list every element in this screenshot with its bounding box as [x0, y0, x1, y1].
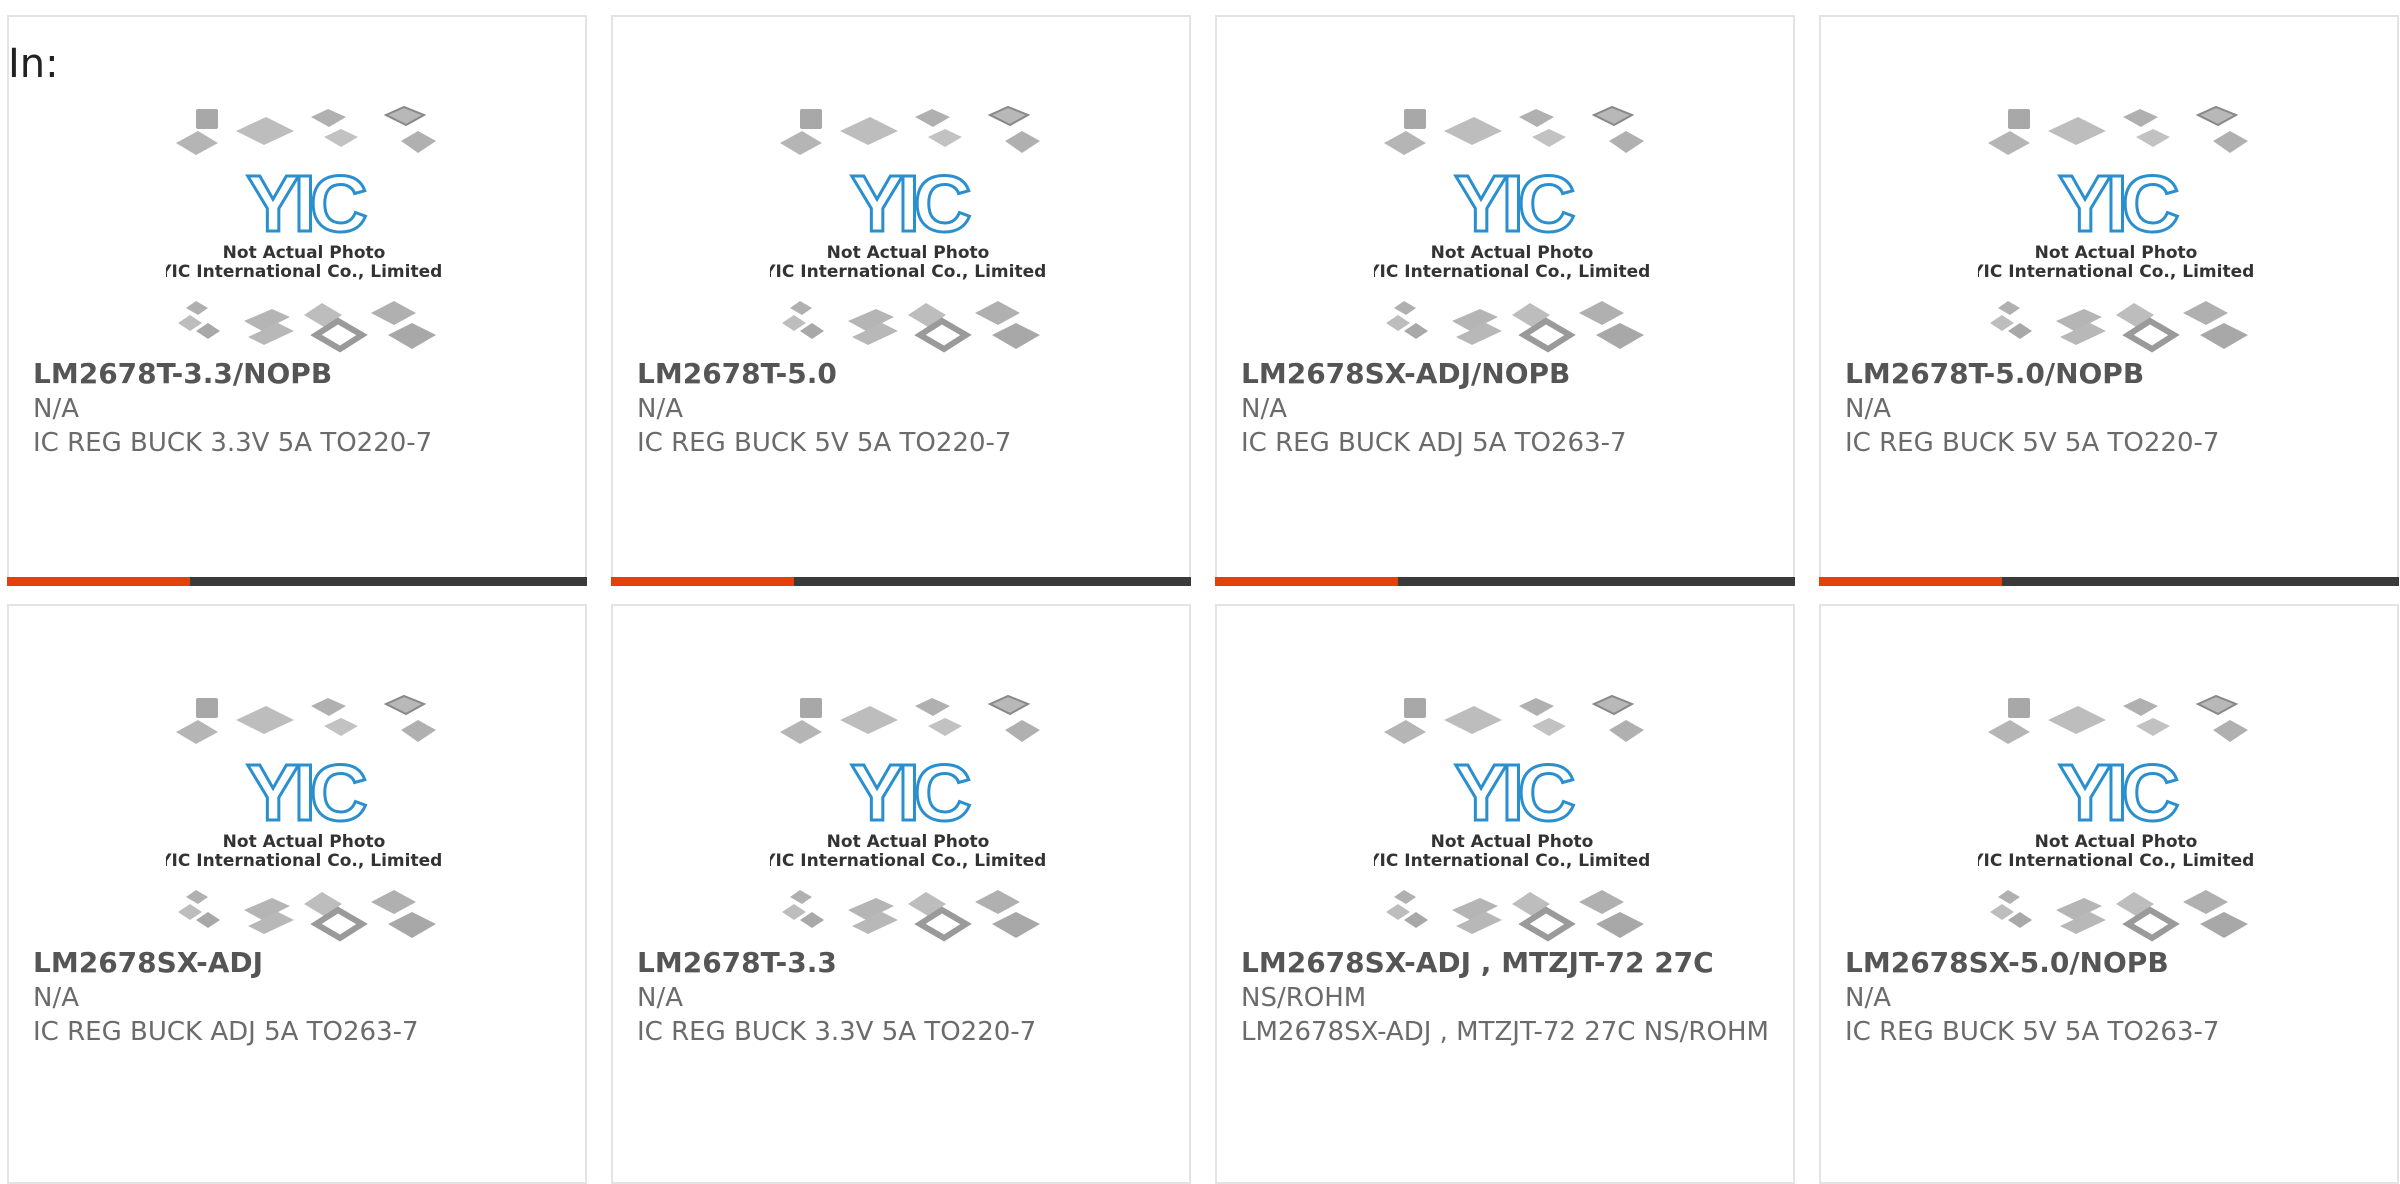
product-card[interactable]: LM2678T-5.0/NOPB N/A IC REG BUCK 5V 5A T… [1819, 15, 2399, 586]
manufacturer: N/A [637, 983, 683, 1013]
card-bar [7, 577, 587, 586]
product-photo [166, 692, 441, 952]
description: IC REG BUCK ADJ 5A TO263-7 [33, 1017, 419, 1047]
manufacturer: N/A [33, 983, 79, 1013]
product-photo [1978, 692, 2253, 952]
product-card[interactable]: LM2678SX-5.0/NOPB N/A IC REG BUCK 5V 5A … [1819, 604, 2399, 1184]
part-number[interactable]: LM2678T-5.0 [637, 357, 1179, 391]
description: LM2678SX-ADJ , MTZJT-72 27C NS/ROHM [1241, 1017, 1769, 1047]
product-card[interactable]: LM2678SX-ADJ , MTZJT-72 27C NS/ROHM LM26… [1215, 604, 1795, 1184]
manufacturer: N/A [637, 394, 683, 424]
card-bar-accent [611, 577, 794, 586]
product-photo [770, 692, 1045, 952]
description: IC REG BUCK ADJ 5A TO263-7 [1241, 428, 1627, 458]
product-card[interactable]: LM2678T-3.3/NOPB N/A IC REG BUCK 3.3V 5A… [7, 15, 587, 586]
product-photo [166, 103, 441, 363]
card-bar-accent [1215, 577, 1398, 586]
page-label: In: [8, 41, 59, 87]
part-number[interactable]: LM2678T-5.0/NOPB [1845, 357, 2387, 391]
card-bar-accent [7, 577, 190, 586]
product-card[interactable]: LM2678SX-ADJ/NOPB N/A IC REG BUCK ADJ 5A… [1215, 15, 1795, 586]
part-number[interactable]: LM2678T-3.3 [637, 946, 1179, 980]
product-photo [1978, 103, 2253, 363]
description: IC REG BUCK 5V 5A TO220-7 [1845, 428, 2220, 458]
product-card[interactable]: LM2678T-5.0 N/A IC REG BUCK 5V 5A TO220-… [611, 15, 1191, 586]
product-card[interactable]: LM2678T-3.3 N/A IC REG BUCK 3.3V 5A TO22… [611, 604, 1191, 1184]
product-card[interactable]: LM2678SX-ADJ N/A IC REG BUCK ADJ 5A TO26… [7, 604, 587, 1184]
part-number[interactable]: LM2678SX-ADJ , MTZJT-72 27C [1241, 946, 1783, 980]
product-photo [1374, 692, 1649, 952]
manufacturer: N/A [1241, 394, 1287, 424]
description: IC REG BUCK 5V 5A TO220-7 [637, 428, 1012, 458]
card-bar-accent [1819, 577, 2002, 586]
manufacturer: N/A [33, 394, 79, 424]
part-number[interactable]: LM2678SX-ADJ/NOPB [1241, 357, 1783, 391]
product-photo [1374, 103, 1649, 363]
part-number[interactable]: LM2678T-3.3/NOPB [33, 357, 575, 391]
description: IC REG BUCK 3.3V 5A TO220-7 [637, 1017, 1037, 1047]
card-bar [1819, 577, 2399, 586]
manufacturer: NS/ROHM [1241, 983, 1367, 1013]
description: IC REG BUCK 3.3V 5A TO220-7 [33, 428, 433, 458]
part-number[interactable]: LM2678SX-5.0/NOPB [1845, 946, 2387, 980]
manufacturer: N/A [1845, 983, 1891, 1013]
card-bar [1215, 577, 1795, 586]
product-photo [770, 103, 1045, 363]
card-bar [611, 577, 1191, 586]
manufacturer: N/A [1845, 394, 1891, 424]
part-number[interactable]: LM2678SX-ADJ [33, 946, 575, 980]
description: IC REG BUCK 5V 5A TO263-7 [1845, 1017, 2220, 1047]
